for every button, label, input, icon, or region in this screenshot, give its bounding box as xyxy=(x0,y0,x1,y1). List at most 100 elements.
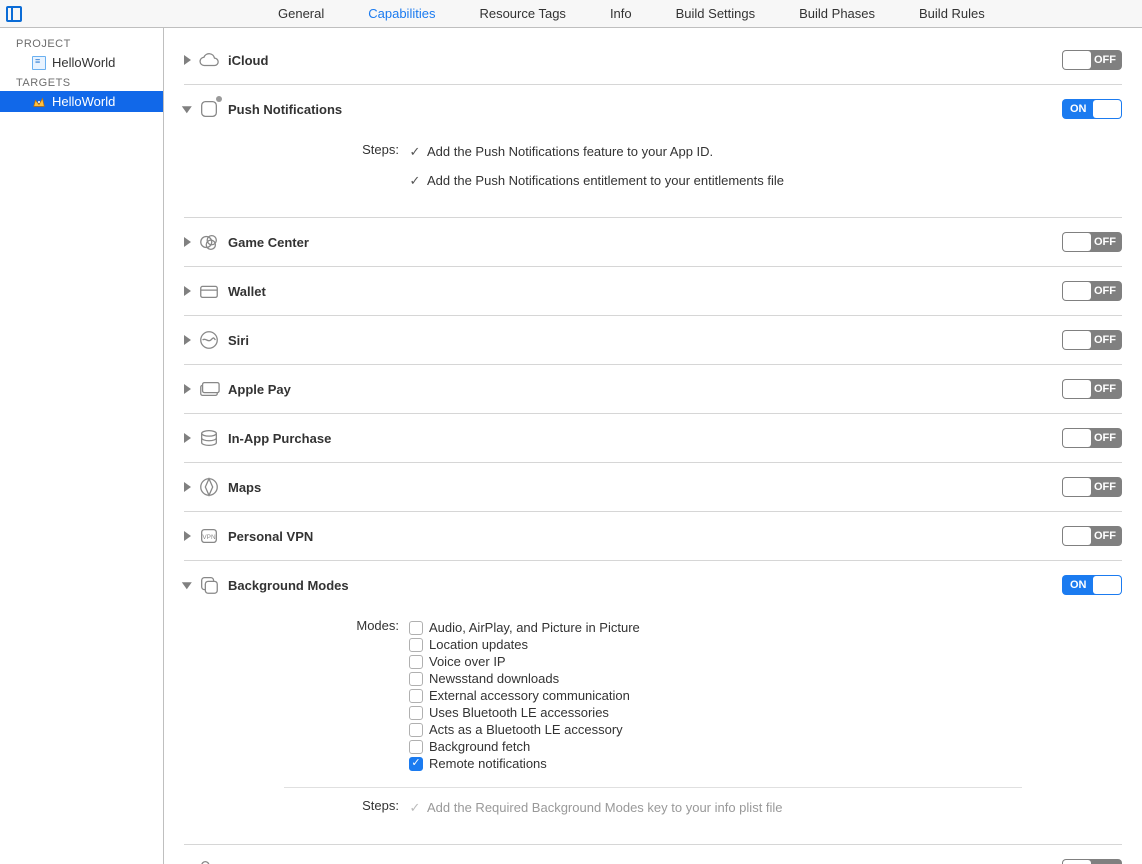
tab-info[interactable]: Info xyxy=(608,2,634,25)
capability-row-siri: Siri OFF xyxy=(184,316,1122,365)
capability-toggle[interactable]: OFF xyxy=(1062,526,1122,546)
background-modes-icon xyxy=(198,574,220,596)
cloud-icon xyxy=(198,49,220,71)
tab-build-rules[interactable]: Build Rules xyxy=(917,2,987,25)
mode-checkbox-bluetooth-accessories[interactable] xyxy=(409,706,423,720)
capability-toggle[interactable]: ON xyxy=(1062,99,1122,119)
steps-label: Steps: xyxy=(184,798,409,817)
capability-row-personal-vpn: VPN Personal VPN OFF xyxy=(184,512,1122,561)
disclosure-triangle-icon[interactable] xyxy=(184,433,191,443)
disclosure-triangle-icon[interactable] xyxy=(184,384,191,394)
capabilities-panel: iCloud OFF Push Notifications ON Steps: xyxy=(164,28,1142,864)
disclosure-triangle-icon[interactable] xyxy=(182,106,192,113)
sidebar-header-project: PROJECT xyxy=(0,34,163,52)
sidebar-item-target[interactable]: HelloWorld xyxy=(0,91,163,112)
sidebar-item-project[interactable]: HelloWorld xyxy=(0,52,163,73)
capability-title: Wallet xyxy=(228,284,1062,299)
disclosure-triangle-icon[interactable] xyxy=(184,531,191,541)
checkmark-icon: ✓ xyxy=(409,146,421,158)
capability-row-wallet: Wallet OFF xyxy=(184,267,1122,316)
editor-tabbar: General Capabilities Resource Tags Info … xyxy=(0,0,1142,28)
disclosure-triangle-icon[interactable] xyxy=(182,582,192,589)
capability-row-game-center: Game Center OFF xyxy=(184,218,1122,267)
mode-label: Remote notifications xyxy=(429,756,547,771)
svg-text:VPN: VPN xyxy=(202,534,216,541)
tab-build-settings[interactable]: Build Settings xyxy=(674,2,758,25)
modes-label: Modes: xyxy=(184,618,409,773)
mode-label: Background fetch xyxy=(429,739,530,754)
maps-icon xyxy=(198,476,220,498)
disclosure-triangle-icon[interactable] xyxy=(184,286,191,296)
capability-title: Background Modes xyxy=(228,578,1062,593)
capability-title: Personal VPN xyxy=(228,529,1062,544)
mode-checkbox-newsstand[interactable] xyxy=(409,672,423,686)
step-text: Add the Required Background Modes key to… xyxy=(427,800,783,815)
capability-row-maps: Maps OFF xyxy=(184,463,1122,512)
disclosure-triangle-icon[interactable] xyxy=(184,55,191,65)
mode-label: Acts as a Bluetooth LE accessory xyxy=(429,722,623,737)
capability-row-push-notifications: Push Notifications ON Steps: ✓ Add the P… xyxy=(184,85,1122,218)
project-file-icon xyxy=(32,56,46,70)
capability-toggle[interactable]: ON xyxy=(1062,575,1122,595)
tab-general[interactable]: General xyxy=(276,2,326,25)
vpn-icon: VPN xyxy=(198,525,220,547)
disclosure-triangle-icon[interactable] xyxy=(184,482,191,492)
sidebar-header-targets: TARGETS xyxy=(0,73,163,91)
checkmark-icon: ✓ xyxy=(409,175,421,187)
disclosure-triangle-icon[interactable] xyxy=(184,237,191,247)
tab-build-phases[interactable]: Build Phases xyxy=(797,2,877,25)
apple-pay-icon xyxy=(198,378,220,400)
background-modes-list: Audio, AirPlay, and Picture in Picture L… xyxy=(409,618,1122,773)
sidebar-item-label: HelloWorld xyxy=(52,94,115,109)
status-indicator-dot-icon xyxy=(216,96,222,102)
mode-checkbox-external-accessory[interactable] xyxy=(409,689,423,703)
left-panel-toggle-icon[interactable] xyxy=(6,6,22,22)
step-text: Add the Push Notifications feature to yo… xyxy=(427,144,713,159)
mode-checkbox-location[interactable] xyxy=(409,638,423,652)
capability-row-keychain-sharing: Keychain Sharing OFF xyxy=(184,845,1122,864)
mode-label: Uses Bluetooth LE accessories xyxy=(429,705,609,720)
mode-checkbox-bluetooth-peripheral[interactable] xyxy=(409,723,423,737)
capability-title: Push Notifications xyxy=(228,102,1062,117)
capability-title: iCloud xyxy=(228,53,1062,68)
capability-title: Siri xyxy=(228,333,1062,348)
mode-checkbox-background-fetch[interactable] xyxy=(409,740,423,754)
section-divider xyxy=(284,787,1022,788)
mode-label: External accessory communication xyxy=(429,688,630,703)
capability-title: Game Center xyxy=(228,235,1062,250)
capability-title: Apple Pay xyxy=(228,382,1062,397)
capability-toggle[interactable]: OFF xyxy=(1062,281,1122,301)
capability-toggle[interactable]: OFF xyxy=(1062,477,1122,497)
key-icon xyxy=(198,858,220,864)
tab-resource-tags[interactable]: Resource Tags xyxy=(477,2,567,25)
editor-tabs: General Capabilities Resource Tags Info … xyxy=(276,2,987,25)
mode-checkbox-remote-notifications[interactable] xyxy=(409,757,423,771)
checkmark-icon: ✓ xyxy=(409,802,421,814)
mode-checkbox-audio[interactable] xyxy=(409,621,423,635)
project-navigator-sidebar: PROJECT HelloWorld TARGETS HelloWorld xyxy=(0,28,164,864)
steps-label: Steps: xyxy=(184,142,409,161)
siri-icon xyxy=(198,329,220,351)
capability-row-apple-pay: Apple Pay OFF xyxy=(184,365,1122,414)
capability-toggle[interactable]: OFF xyxy=(1062,330,1122,350)
game-center-icon xyxy=(198,231,220,253)
mode-label: Location updates xyxy=(429,637,528,652)
capability-toggle[interactable]: OFF xyxy=(1062,859,1122,864)
mode-label: Voice over IP xyxy=(429,654,506,669)
mode-label: Audio, AirPlay, and Picture in Picture xyxy=(429,620,640,635)
mode-checkbox-voip[interactable] xyxy=(409,655,423,669)
step-text: Add the Push Notifications entitlement t… xyxy=(427,173,784,188)
capability-row-in-app-purchase: In-App Purchase OFF xyxy=(184,414,1122,463)
sidebar-item-label: HelloWorld xyxy=(52,55,115,70)
tab-capabilities[interactable]: Capabilities xyxy=(366,2,437,25)
capability-toggle[interactable]: OFF xyxy=(1062,50,1122,70)
mode-label: Newsstand downloads xyxy=(429,671,559,686)
capability-title: In-App Purchase xyxy=(228,431,1062,446)
wallet-icon xyxy=(198,280,220,302)
capability-toggle[interactable]: OFF xyxy=(1062,428,1122,448)
in-app-purchase-icon xyxy=(198,427,220,449)
disclosure-triangle-icon[interactable] xyxy=(184,335,191,345)
push-notification-icon xyxy=(198,98,220,120)
capability-toggle[interactable]: OFF xyxy=(1062,232,1122,252)
capability-toggle[interactable]: OFF xyxy=(1062,379,1122,399)
